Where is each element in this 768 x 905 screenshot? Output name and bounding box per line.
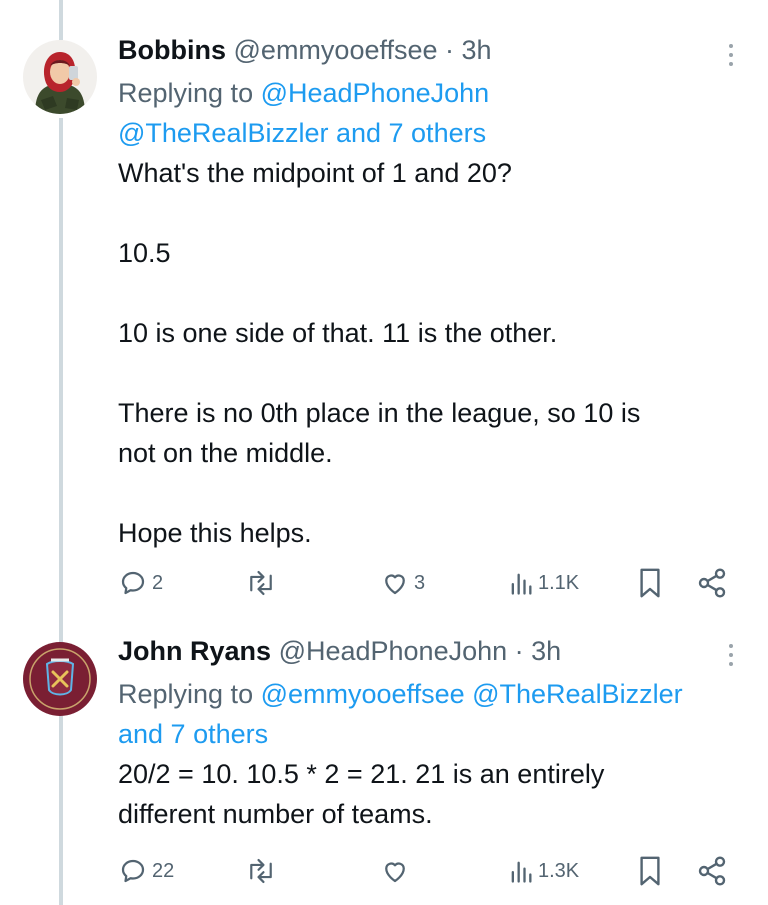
tweet-1-replying-to: Replying to @HeadPhoneJohn @TheRealBizzl… [118, 73, 744, 153]
replying-to-label: Replying to [118, 679, 261, 709]
reply-mention-link[interactable]: @HeadPhoneJohn [261, 78, 490, 108]
reply-mention-others-link[interactable]: and 7 others [118, 714, 744, 754]
tweet-1-author-name[interactable]: Bobbins [118, 35, 226, 65]
tweet-1-time[interactable]: · 3h [438, 35, 492, 65]
views-button[interactable]: 1.3K [508, 853, 579, 889]
tweet-1: Bobbins @emmyooeffsee · 3h Replying to @… [118, 33, 744, 553]
tweet-1-body-line: Hope this helps. [118, 518, 312, 548]
thread-line-bottom [59, 710, 63, 905]
tweet-1-body-line: not on the middle. [118, 438, 333, 468]
like-button[interactable] [380, 853, 410, 889]
views-button[interactable]: 1.1K [508, 565, 579, 601]
bookmark-button[interactable] [638, 853, 662, 889]
avatar-bobbins[interactable] [23, 40, 97, 114]
like-button[interactable]: 3 [380, 565, 425, 601]
reply-count: 22 [152, 859, 175, 882]
like-count: 3 [414, 571, 426, 594]
retweet-button[interactable] [244, 565, 278, 601]
reply-button[interactable]: 22 [118, 853, 174, 889]
tweet-2-body-line: different number of teams. [118, 799, 433, 829]
bookmark-button[interactable] [638, 565, 662, 601]
tweet-1-header: Bobbins @emmyooeffsee · 3h [118, 33, 744, 67]
like-icon [385, 862, 405, 883]
tweet-2-handle[interactable]: @HeadPhoneJohn [279, 636, 508, 666]
retweet-icon [250, 570, 272, 596]
tweet-2-replying-to: Replying to @emmyooeffsee @TheRealBizzle… [118, 674, 744, 754]
bookmark-icon [640, 568, 660, 598]
tweet-1-body-line: What's the midpoint of 1 and 20? [118, 158, 512, 188]
tweet-1-action-bar: 2 3 1.1K [118, 565, 740, 601]
share-button[interactable] [696, 853, 728, 889]
thread-line-between [59, 118, 63, 648]
thread-line-top [59, 0, 63, 40]
reply-button[interactable]: 2 [118, 565, 163, 601]
tweet-2-body: 20/2 = 10. 10.5 * 2 = 21. 21 is an entir… [118, 754, 744, 834]
west-ham-crest-icon [23, 642, 97, 716]
share-icon [698, 568, 726, 598]
share-icon [698, 856, 726, 886]
tweet-1-handle[interactable]: @emmyooeffsee [234, 35, 438, 65]
tweet-2-action-bar: 22 1.3K [118, 853, 740, 889]
bookmark-icon [640, 856, 660, 886]
tweet-2-author-name[interactable]: John Ryans [118, 636, 271, 666]
reply-mention-others-link[interactable]: @TheRealBizzler and 7 others [118, 113, 744, 153]
views-icon [511, 861, 532, 883]
replying-to-label: Replying to [118, 78, 261, 108]
tweet-2: John Ryans @HeadPhoneJohn · 3h Replying … [118, 634, 744, 834]
tweet-2-body-line: 20/2 = 10. 10.5 * 2 = 21. 21 is an entir… [118, 759, 605, 789]
retweet-icon [250, 858, 272, 884]
views-count: 1.3K [538, 859, 580, 882]
share-button[interactable] [696, 565, 728, 601]
tweet-1-body-line: 10.5 [118, 238, 171, 268]
tweet-2-header: John Ryans @HeadPhoneJohn · 3h [118, 634, 744, 668]
like-icon [385, 574, 405, 595]
views-icon [511, 573, 532, 595]
tweet-2-time[interactable]: · 3h [507, 636, 562, 666]
tweet-1-body-line: 10 is one side of that. 11 is the other. [118, 318, 558, 348]
reply-icon [121, 571, 145, 595]
reply-mention-link[interactable]: @emmyooeffsee @TheRealBizzler [261, 679, 683, 709]
tweet-1-body: What's the midpoint of 1 and 20? 10.5 10… [118, 153, 744, 553]
user-avatar-icon [23, 40, 97, 114]
retweet-button[interactable] [244, 853, 278, 889]
avatar-john-ryans[interactable] [23, 642, 97, 716]
tweet-1-body-line: There is no 0th place in the league, so … [118, 398, 641, 428]
reply-count: 2 [152, 571, 164, 594]
views-count: 1.1K [538, 571, 580, 594]
reply-icon [121, 859, 145, 883]
